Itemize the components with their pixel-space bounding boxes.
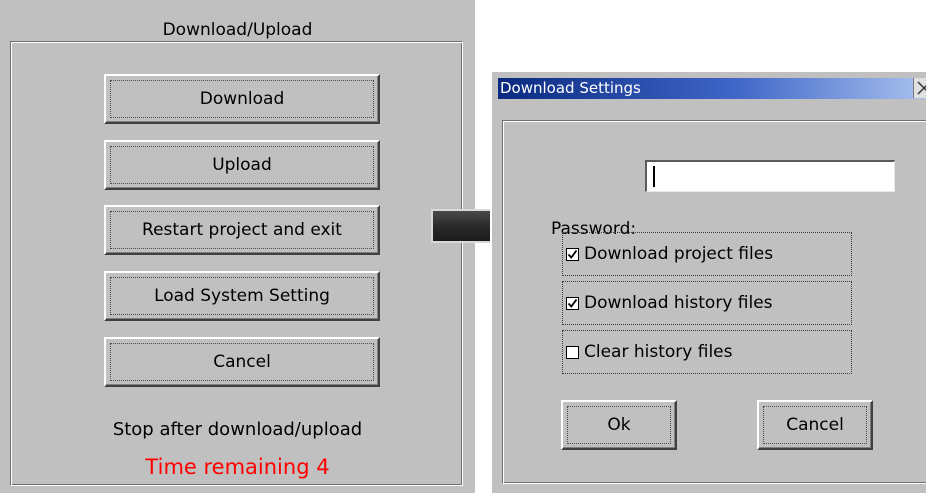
option-label: Clear history files [584,342,733,362]
checkbox-checked-icon [566,247,579,261]
download-history-files-checkbox[interactable]: Download history files [562,281,852,325]
text-caret [653,166,655,187]
cancel-button[interactable]: Cancel [104,337,380,387]
dialog-cancel-button[interactable]: Cancel [757,400,873,450]
cancel-button-label: Cancel [213,352,271,372]
close-icon [917,81,926,95]
option-label: Download history files [584,293,773,313]
load-system-setting-button-label: Load System Setting [154,286,330,306]
option-label: Download project files [584,244,774,264]
upload-button[interactable]: Upload [104,140,380,190]
download-button-label: Download [199,89,285,109]
download-project-files-checkbox[interactable]: Download project files [562,232,852,276]
stop-after-text: Stop after download/upload [112,419,363,440]
dialog-title-bar[interactable]: Download Settings [498,78,926,99]
checkbox-checked-icon [566,296,579,310]
download-button[interactable]: Download [104,74,380,124]
load-system-setting-button[interactable]: Load System Setting [104,271,380,321]
restart-project-button-label: Restart project and exit [142,220,342,240]
ok-button[interactable]: Ok [561,400,677,450]
dialog-cancel-button-label: Cancel [786,415,844,435]
download-upload-panel: Download/Upload Download Upload Restart … [0,0,475,493]
upload-button-label: Upload [212,155,272,175]
password-input[interactable] [645,160,895,192]
restart-project-button[interactable]: Restart project and exit [104,205,380,255]
dialog-title: Download Settings [500,79,641,97]
checkbox-unchecked-icon [566,345,579,359]
clear-history-files-checkbox[interactable]: Clear history files [562,330,852,374]
panel-title: Download/Upload [162,20,313,40]
ok-button-label: Ok [607,415,631,435]
time-remaining-text: Time remaining 4 [145,455,330,479]
close-button[interactable] [913,78,926,98]
